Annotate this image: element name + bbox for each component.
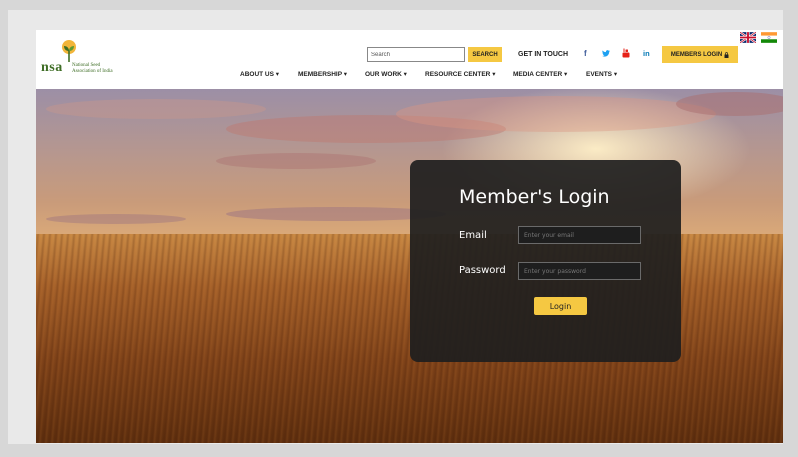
login-panel: Member's Login Email Password Login [410, 160, 681, 362]
caret-down-icon: ▾ [403, 71, 407, 78]
login-title: Member's Login [459, 186, 610, 208]
caret-down-icon: ▾ [492, 71, 496, 78]
search-button[interactable]: SEARCH [468, 47, 502, 62]
nsa-logo[interactable]: nsa National Seed Association of India [41, 40, 151, 80]
nav-item-events[interactable]: EVENTS ▾ [586, 70, 617, 78]
twitter-icon[interactable] [602, 50, 610, 57]
india-flag-icon[interactable] [761, 32, 777, 43]
youtube-icon[interactable] [622, 48, 630, 58]
uk-flag-icon[interactable] [740, 32, 756, 43]
email-field[interactable] [518, 226, 641, 244]
website-page: nsa National Seed Association of India S… [36, 30, 783, 443]
caret-down-icon: ▾ [275, 71, 280, 78]
caret-down-icon: ▾ [564, 71, 568, 78]
password-field[interactable] [518, 262, 641, 280]
members-login-button[interactable]: MEMBERS LOGIN [662, 46, 738, 63]
email-label: Email [459, 230, 487, 241]
nav-item-membership[interactable]: MEMBERSHIP ▾ [298, 70, 347, 78]
facebook-icon[interactable]: f [584, 49, 587, 58]
site-header: nsa National Seed Association of India S… [36, 30, 783, 89]
caret-down-icon: ▾ [343, 71, 348, 78]
login-button[interactable]: Login [534, 297, 587, 315]
lock-icon [724, 51, 729, 58]
nav-item-about-us[interactable]: ABOUT US ▾ [240, 70, 279, 78]
search-input[interactable] [367, 47, 465, 62]
logo-abbreviation: nsa [41, 60, 63, 75]
caret-down-icon: ▾ [613, 71, 618, 78]
hero-background: Member's Login Email Password Login [36, 89, 783, 443]
password-label: Password [459, 265, 506, 276]
linkedin-icon[interactable]: in [643, 49, 650, 58]
logo-full-name: National Seed Association of India [72, 63, 113, 74]
nav-item-resource-center[interactable]: RESOURCE CENTER ▾ [425, 70, 495, 78]
nav-item-media-center[interactable]: MEDIA CENTER ▾ [513, 70, 567, 78]
get-in-touch-link[interactable]: GET IN TOUCH [518, 51, 568, 58]
nav-item-our-work[interactable]: OUR WORK ▾ [365, 70, 407, 78]
seedling-logo-icon [62, 40, 76, 62]
